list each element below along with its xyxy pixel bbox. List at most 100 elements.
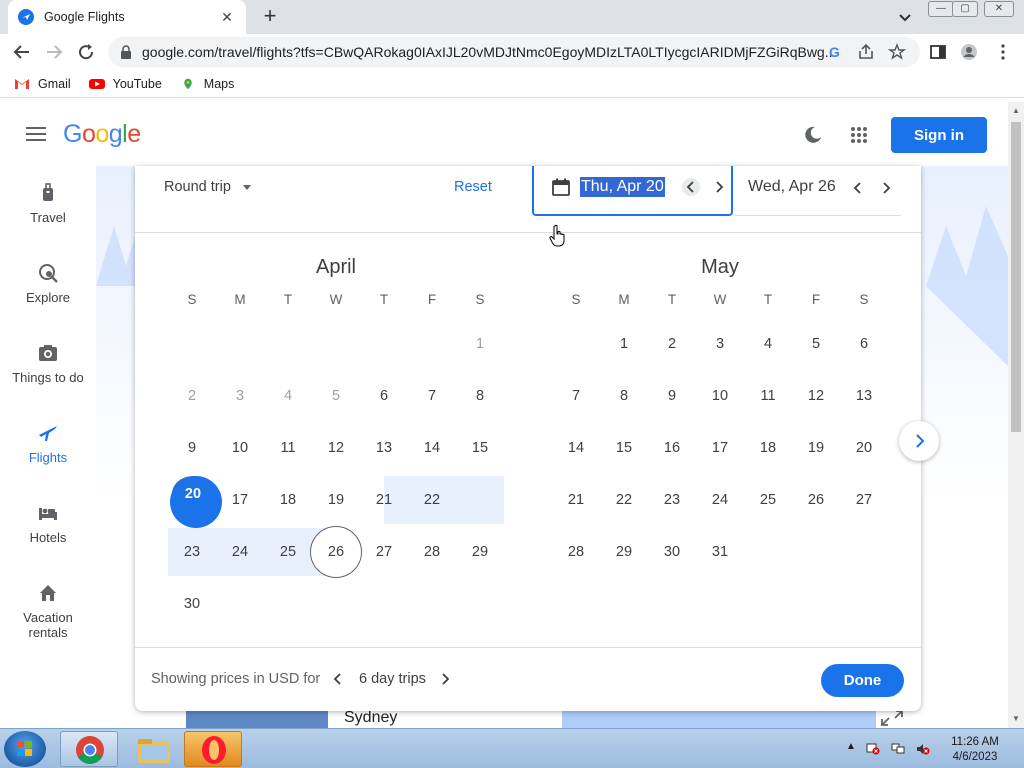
calendar-day[interactable]: 31 xyxy=(696,526,744,578)
calendar-day[interactable]: 17 xyxy=(696,422,744,474)
dark-theme-icon[interactable] xyxy=(803,125,823,145)
calendar-day[interactable]: 7 xyxy=(408,370,456,422)
calendar-day[interactable]: 18 xyxy=(744,422,792,474)
scrollbar-thumb[interactable] xyxy=(1011,122,1021,432)
calendar-day[interactable]: 13 xyxy=(840,370,888,422)
departure-prev-day-icon[interactable] xyxy=(682,178,700,196)
calendar-day[interactable]: 14 xyxy=(552,422,600,474)
browser-tab[interactable]: Google Flights ✕ xyxy=(8,0,246,34)
bookmark-maps[interactable]: Maps xyxy=(180,77,234,91)
maximize-button[interactable]: ▢ xyxy=(952,1,978,17)
return-next-day-icon[interactable] xyxy=(877,179,895,197)
calendar-day[interactable]: 22 xyxy=(408,474,456,526)
calendar-day[interactable]: 23 xyxy=(168,526,216,578)
calendar-day[interactable]: 22 xyxy=(600,474,648,526)
calendar-day[interactable]: 30 xyxy=(648,526,696,578)
departure-date-text[interactable]: Thu, Apr 20 xyxy=(580,177,665,197)
return-prev-day-icon[interactable] xyxy=(849,179,867,197)
start-button[interactable] xyxy=(4,731,46,767)
calendar-day[interactable]: 17 xyxy=(216,474,264,526)
calendar-day[interactable]: 1 xyxy=(456,318,504,370)
calendar-day[interactable]: 10 xyxy=(216,422,264,474)
trip-length-increase-icon[interactable] xyxy=(439,671,453,687)
calendar-day[interactable]: 28 xyxy=(552,526,600,578)
calendar-day[interactable]: 21 xyxy=(552,474,600,526)
scroll-up-icon[interactable]: ▲ xyxy=(1012,106,1020,115)
calendar-day[interactable]: 1 xyxy=(600,318,648,370)
calendar-day[interactable]: 28 xyxy=(408,526,456,578)
selected-return-day[interactable]: 26 xyxy=(310,526,362,578)
taskbar-opera[interactable] xyxy=(184,731,242,767)
minimize-button[interactable]: — xyxy=(928,1,954,17)
calendar-day[interactable]: 8 xyxy=(600,370,648,422)
calendar-day[interactable]: 12 xyxy=(792,370,840,422)
side-panel-icon[interactable] xyxy=(929,43,947,61)
calendar-day[interactable]: 15 xyxy=(600,422,648,474)
calendar-day[interactable]: 2 xyxy=(648,318,696,370)
calendar-day[interactable]: 3 xyxy=(696,318,744,370)
trip-length-decrease-icon[interactable] xyxy=(330,671,344,687)
calendar-day[interactable]: 5 xyxy=(312,370,360,422)
taskbar-file-explorer[interactable] xyxy=(124,731,182,767)
calendar-day[interactable]: 12 xyxy=(312,422,360,474)
trip-type-dropdown[interactable]: Round trip xyxy=(164,179,251,195)
nav-vacation-rentals[interactable]: Vacation rentals xyxy=(0,582,96,640)
calendar-day[interactable]: 6 xyxy=(840,318,888,370)
calendar-day[interactable]: 29 xyxy=(456,526,504,578)
calendar-day[interactable]: 24 xyxy=(216,526,264,578)
system-clock[interactable]: 11:26 AM 4/6/2023 xyxy=(940,735,1010,765)
calendar-day[interactable]: 4 xyxy=(264,370,312,422)
nav-travel[interactable]: Travel xyxy=(0,182,96,225)
main-menu-icon[interactable] xyxy=(26,126,46,142)
page-scrollbar[interactable]: ▲ ▼ xyxy=(1008,102,1024,728)
calendar-day[interactable]: 11 xyxy=(264,422,312,474)
calendar-day[interactable]: 21 xyxy=(360,474,408,526)
calendar-day[interactable]: 2 xyxy=(168,370,216,422)
taskbar-chrome[interactable] xyxy=(60,731,118,767)
calendar-day[interactable]: 15 xyxy=(456,422,504,474)
chrome-menu-icon[interactable] xyxy=(994,43,1012,61)
bookmark-youtube[interactable]: YouTube xyxy=(88,77,162,91)
new-tab-button[interactable]: + xyxy=(258,5,282,29)
calendar-day[interactable]: 5 xyxy=(792,318,840,370)
address-bar[interactable]: google.com/travel/flights?tfs=CBwQARokag… xyxy=(108,37,920,67)
calendar-day[interactable]: 10 xyxy=(696,370,744,422)
calendar-day[interactable]: 27 xyxy=(360,526,408,578)
calendar-day[interactable]: 25 xyxy=(264,526,312,578)
return-date-field[interactable]: Wed, Apr 26 xyxy=(735,166,901,216)
calendar-day[interactable]: 29 xyxy=(600,526,648,578)
calendar-day[interactable]: 3 xyxy=(216,370,264,422)
nav-explore[interactable]: Explore xyxy=(0,262,96,305)
close-window-button[interactable]: ✕ xyxy=(984,1,1014,17)
calendar-day[interactable]: 25 xyxy=(744,474,792,526)
back-arrow-icon[interactable] xyxy=(12,42,32,62)
bookmark-star-icon[interactable] xyxy=(888,43,906,61)
google-logo[interactable]: Google xyxy=(63,120,141,149)
nav-hotels[interactable]: Hotels xyxy=(0,502,96,545)
tab-close-icon[interactable]: ✕ xyxy=(218,9,236,26)
sydney-card-image[interactable] xyxy=(186,710,328,728)
calendar-day[interactable]: 14 xyxy=(408,422,456,474)
reset-button[interactable]: Reset xyxy=(454,179,492,195)
nav-things-to-do[interactable]: Things to do xyxy=(0,342,96,385)
tray-expand-icon[interactable]: ▲ xyxy=(846,741,856,752)
selected-departure-day[interactable]: 20 xyxy=(170,476,222,528)
calendar-day[interactable]: 18 xyxy=(264,474,312,526)
calendar-day[interactable]: 27 xyxy=(840,474,888,526)
calendar-day[interactable]: 9 xyxy=(648,370,696,422)
profile-avatar-icon[interactable] xyxy=(960,43,978,61)
network-icon[interactable] xyxy=(891,743,905,755)
google-apps-icon[interactable] xyxy=(850,126,868,144)
volume-muted-icon[interactable] xyxy=(916,743,930,755)
bookmark-gmail[interactable]: Gmail xyxy=(14,77,71,91)
nav-flights[interactable]: Flights xyxy=(0,422,96,465)
share-icon[interactable] xyxy=(857,43,875,61)
calendar-day[interactable]: 26 xyxy=(792,474,840,526)
calendar-day[interactable]: 6 xyxy=(360,370,408,422)
calendar-day[interactable]: 8 xyxy=(456,370,504,422)
google-lens-icon[interactable]: G xyxy=(826,43,844,61)
calendar-day[interactable]: 9 xyxy=(168,422,216,474)
calendar-day[interactable]: 20 xyxy=(840,422,888,474)
calendar-day[interactable]: 13 xyxy=(360,422,408,474)
calendar-day[interactable]: 4 xyxy=(744,318,792,370)
